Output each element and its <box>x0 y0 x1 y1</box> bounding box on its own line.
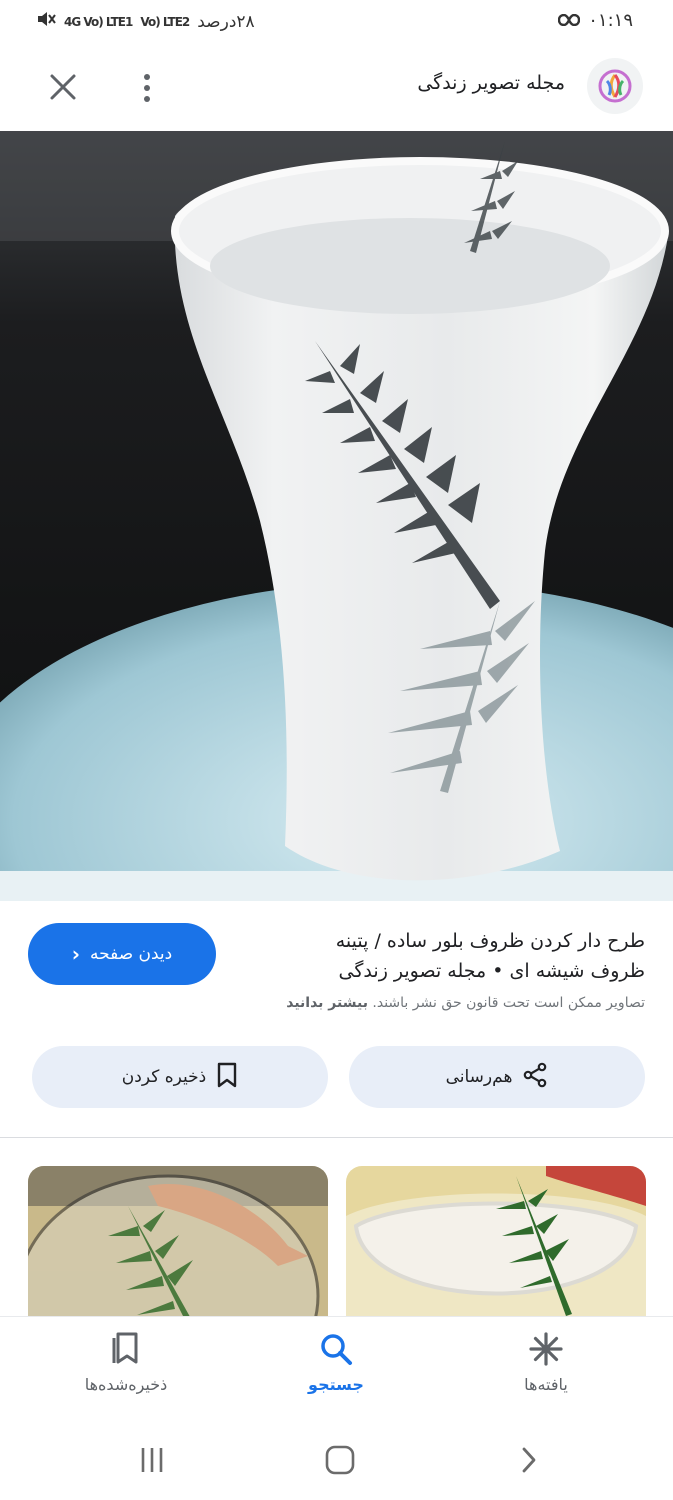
more-vert-dot <box>144 96 150 102</box>
nav-saved[interactable]: ذخیره‌شده‌ها <box>56 1331 196 1394</box>
save-label: ذخیره کردن <box>121 1067 207 1087</box>
nav-search-label: جستجو <box>308 1375 364 1394</box>
recents-icon <box>141 1448 163 1472</box>
nav-discover[interactable]: یافته‌ها <box>476 1331 616 1394</box>
nav-search[interactable]: جستجو <box>266 1331 406 1394</box>
mute-icon <box>36 10 56 33</box>
bottom-navigation: ذخیره‌شده‌ها جستجو یافته‌ها <box>0 1316 673 1420</box>
save-button[interactable]: ذخیره کردن <box>32 1046 328 1108</box>
main-image[interactable] <box>0 131 673 901</box>
home-button[interactable] <box>318 1438 362 1482</box>
back-button[interactable] <box>506 1438 550 1482</box>
close-icon <box>50 74 76 100</box>
bookmark-icon <box>216 1062 238 1093</box>
divider <box>0 1137 673 1138</box>
search-icon <box>321 1334 352 1365</box>
saved-icon <box>112 1332 138 1364</box>
clock: ۰۱:۱۹ <box>588 10 633 31</box>
close-button[interactable] <box>44 68 82 106</box>
related-image-2[interactable] <box>346 1166 646 1326</box>
system-navigation <box>0 1420 673 1500</box>
network-indicator-2: 4G Vo) LTE1 <box>64 14 133 29</box>
result-title[interactable]: طرح دار کردن ظروف بلور ساده / پتینه ظروف… <box>285 926 645 986</box>
visit-page-button[interactable]: دیدن صفحه ‹ <box>28 923 216 985</box>
battery-text: ۲۸درصد <box>197 11 255 32</box>
site-name[interactable]: مجله تصویر زندگی <box>417 72 565 94</box>
copyright-notice: تصاویر ممکن است تحت قانون حق نشر باشند. … <box>25 995 645 1011</box>
share-label: هم‌رسانی <box>445 1067 513 1087</box>
nav-discover-label: یافته‌ها <box>524 1375 568 1394</box>
more-vert-dot <box>144 85 150 91</box>
nav-saved-label: ذخیره‌شده‌ها <box>84 1375 168 1394</box>
infinity-icon <box>558 10 581 31</box>
visit-page-label: دیدن صفحه <box>90 944 173 964</box>
site-logo-icon[interactable] <box>587 58 643 114</box>
home-icon <box>325 1445 355 1475</box>
app-header: مجله تصویر زندگی <box>0 46 673 130</box>
learn-more-link[interactable]: بیشتر بدانید <box>286 995 368 1011</box>
share-button[interactable]: هم‌رسانی <box>349 1046 645 1108</box>
more-options-button[interactable] <box>134 68 160 108</box>
status-right: ۰۱:۱۹ <box>558 10 633 31</box>
chevron-left-icon: ‹ <box>71 942 80 966</box>
status-bar: ۲۸درصد Vo) LTE2 4G Vo) LTE1 ۰۱:۱۹ <box>0 0 673 46</box>
back-icon <box>522 1447 536 1473</box>
status-left: ۲۸درصد Vo) LTE2 4G Vo) LTE1 <box>36 10 255 33</box>
network-indicator-1: Vo) LTE2 <box>140 14 190 29</box>
recents-button[interactable] <box>130 1438 174 1482</box>
discover-icon <box>529 1332 563 1366</box>
copyright-text: تصاویر ممکن است تحت قانون حق نشر باشند. <box>372 995 645 1011</box>
more-vert-icon <box>144 74 150 80</box>
related-image-1[interactable] <box>28 1166 328 1326</box>
share-icon <box>522 1062 548 1093</box>
